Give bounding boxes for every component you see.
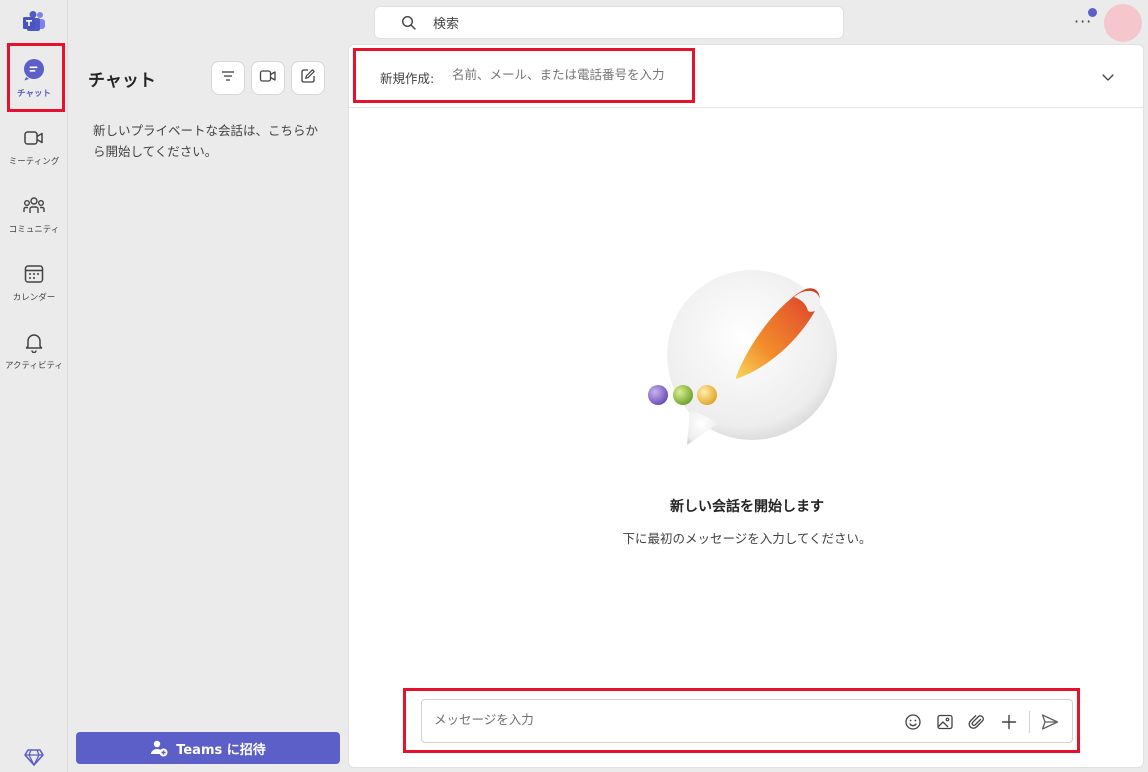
message-composer <box>421 699 1073 743</box>
calendar-icon <box>22 262 46 286</box>
emoji-icon[interactable] <box>903 712 923 732</box>
rail-item-calendar[interactable]: カレンダー <box>0 250 68 314</box>
avatar[interactable] <box>1104 4 1142 42</box>
filter-icon <box>220 68 236 88</box>
empty-state-subtitle: 下に最初のメッセージを入力してください。 <box>622 531 872 546</box>
main-conversation-pane: 新規作成: 名前、メール、または電話番号を入力 新しい会話を開始します 下に最初… <box>348 44 1144 768</box>
message-input[interactable] <box>434 712 854 727</box>
rail-label-activity: アクティビティ <box>4 360 64 371</box>
people-icon <box>22 194 46 218</box>
new-conversation-illustration <box>646 267 856 477</box>
chat-list-panel: チャット 新しいプライベートな会話は、こちらから開始してください。 Teams … <box>69 44 343 772</box>
invite-label: Teams に招待 <box>176 742 266 758</box>
filter-button[interactable] <box>211 61 245 95</box>
new-chat-button[interactable] <box>291 61 325 95</box>
image-icon[interactable] <box>935 712 955 732</box>
recipient-input[interactable] <box>452 67 852 82</box>
new-chat-to-row: 新規作成: <box>349 45 1143 108</box>
teams-logo-icon <box>22 11 46 33</box>
compose-icon <box>300 68 316 88</box>
app-rail: チャット ミーティング コミュニティ カレンダー アクティビティ <box>0 0 68 772</box>
attach-icon[interactable] <box>967 712 987 732</box>
notification-dot <box>1088 8 1097 17</box>
composer-divider <box>1029 711 1030 733</box>
meet-now-button[interactable] <box>251 61 285 95</box>
send-icon[interactable] <box>1040 712 1060 732</box>
empty-list-hint: 新しいプライベートな会話は、こちらから開始してください。 <box>93 123 319 159</box>
rail-label-calendar: カレンダー <box>12 292 56 303</box>
rail-item-activity[interactable]: アクティビティ <box>0 318 68 382</box>
invite-to-teams-button[interactable]: Teams に招待 <box>76 732 340 764</box>
chevron-down-icon[interactable] <box>1100 69 1116 85</box>
search-bar[interactable]: 検索 <box>374 6 844 39</box>
panel-title: チャット <box>88 71 156 91</box>
add-person-icon <box>150 739 168 757</box>
to-label: 新規作成: <box>380 71 435 86</box>
rail-label-chat: チャット <box>17 88 51 99</box>
video-icon <box>22 126 46 150</box>
premium-diamond-icon[interactable] <box>23 746 45 768</box>
bell-icon <box>22 330 46 354</box>
rail-item-meetings[interactable]: ミーティング <box>0 114 68 178</box>
rail-label-community: コミュニティ <box>8 224 60 235</box>
video-icon <box>259 68 277 88</box>
chat-icon <box>22 58 46 82</box>
add-icon[interactable] <box>999 712 1019 732</box>
search-icon <box>401 15 417 31</box>
empty-state-title: 新しい会話を開始します <box>670 499 824 515</box>
rail-label-meetings: ミーティング <box>8 156 60 167</box>
rail-item-chat[interactable]: チャット <box>0 46 68 110</box>
rail-item-community[interactable]: コミュニティ <box>0 182 68 246</box>
search-placeholder: 検索 <box>433 17 460 32</box>
